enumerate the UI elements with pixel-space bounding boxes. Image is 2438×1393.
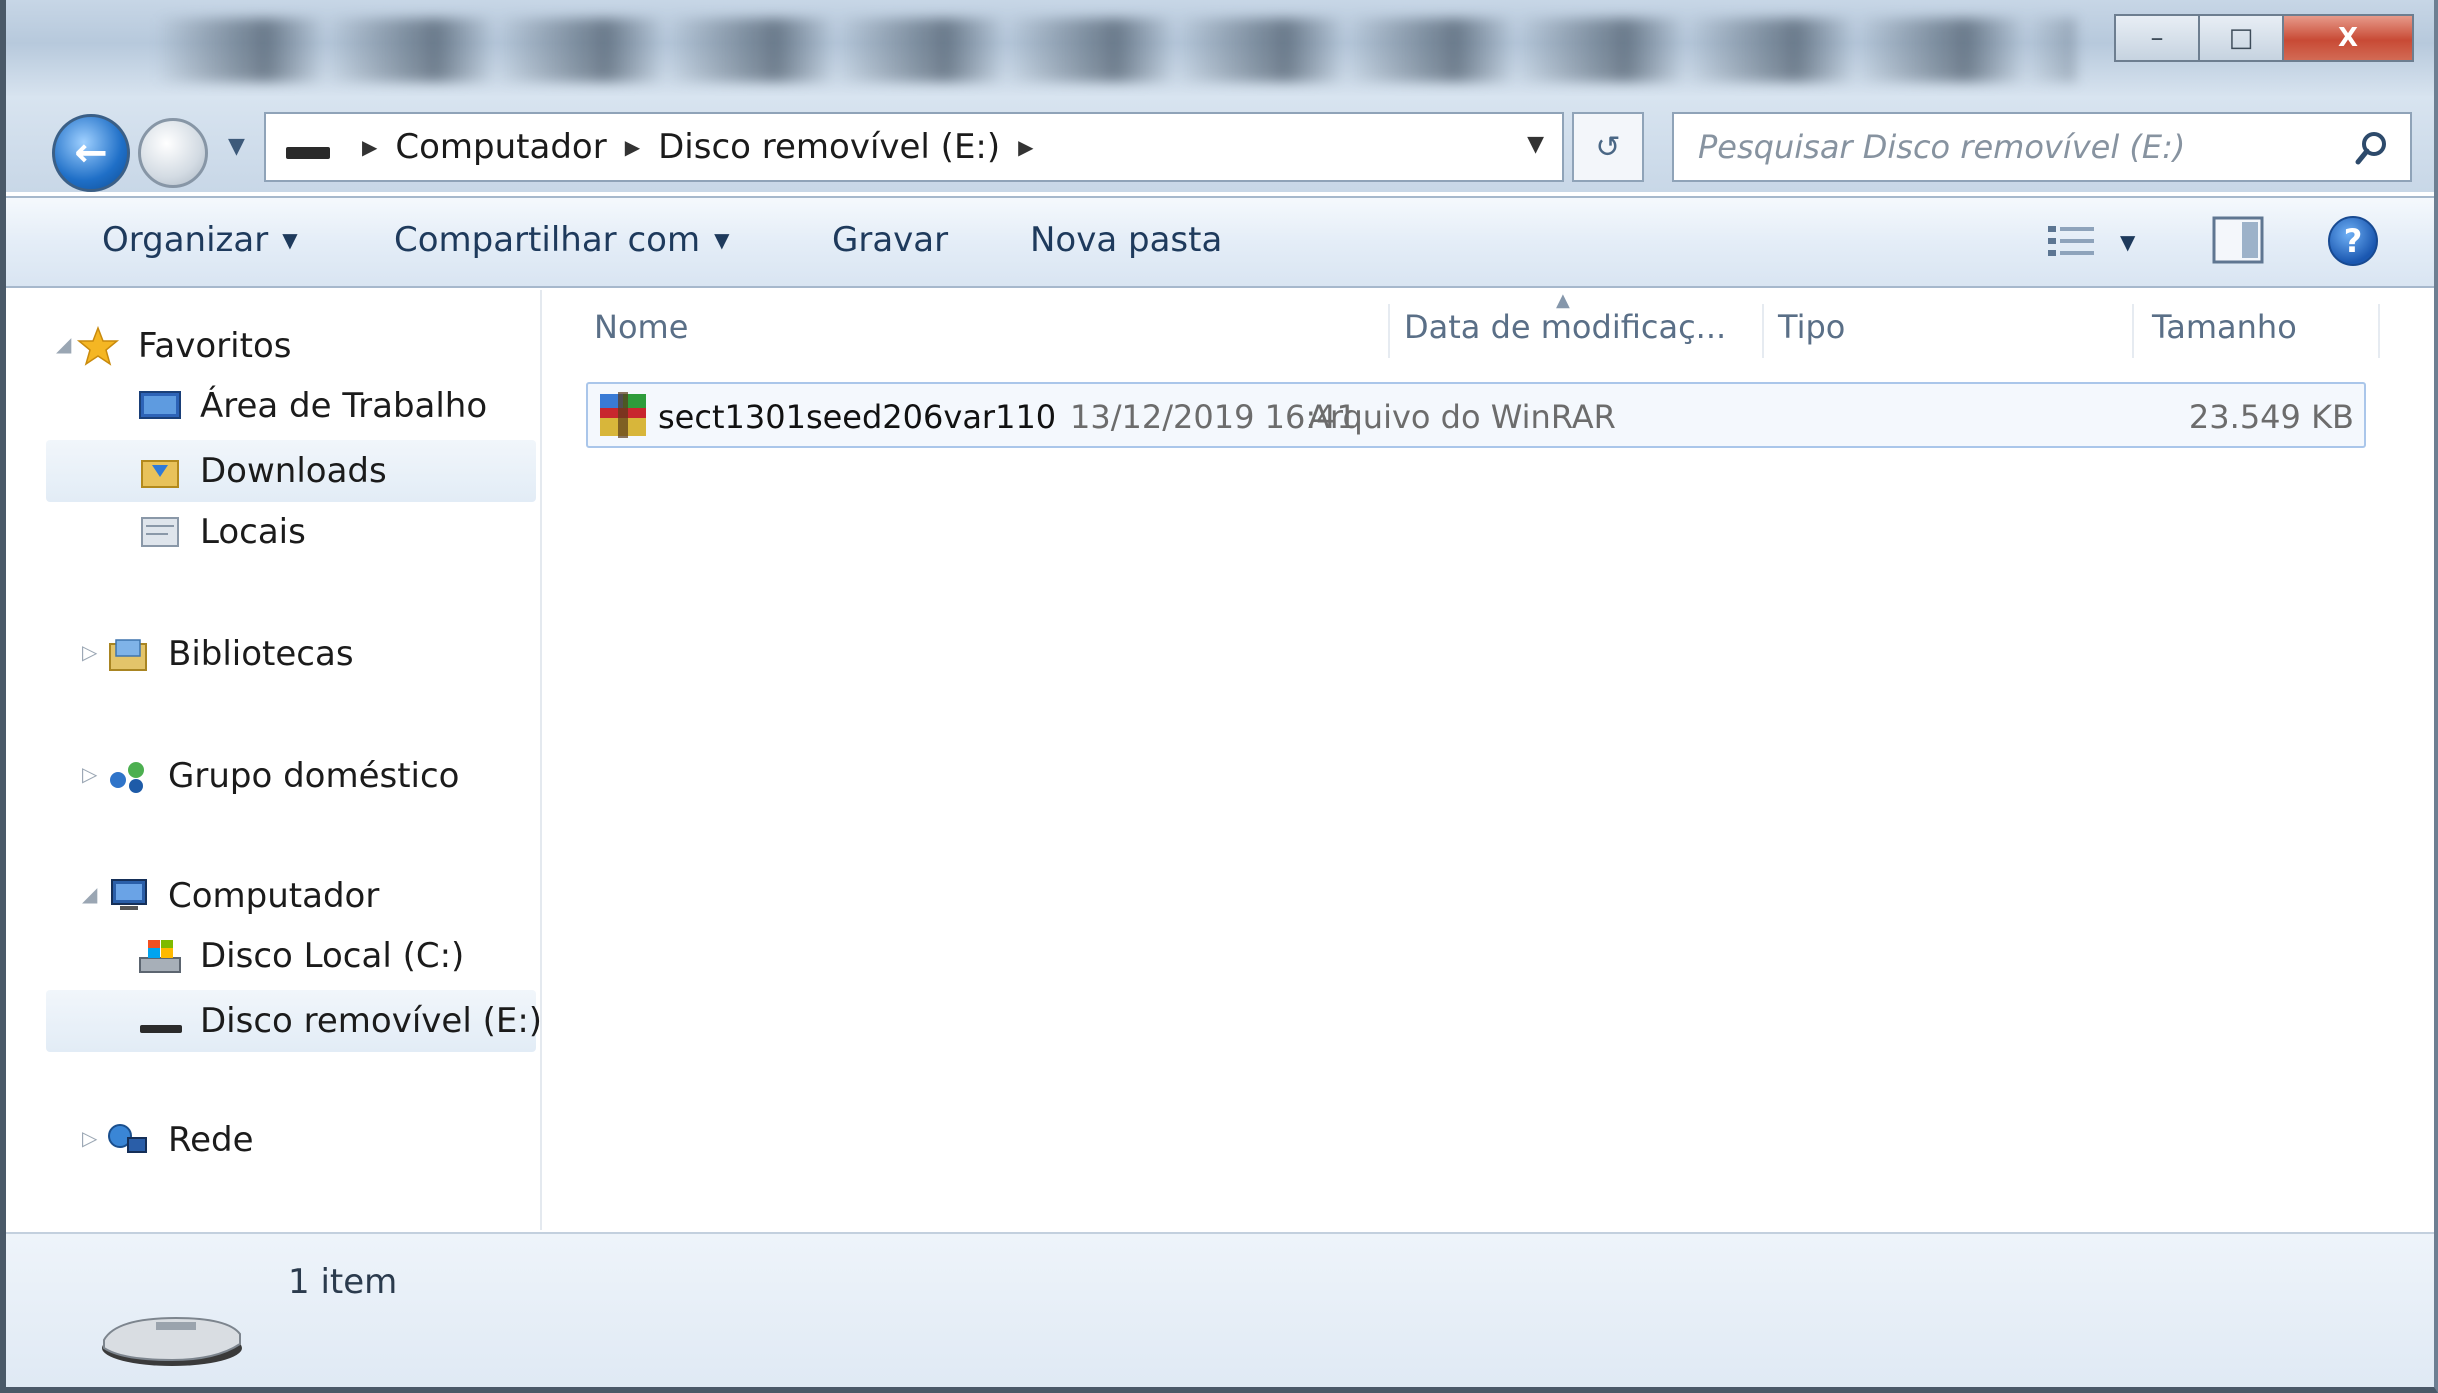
details-pane: 1 item (6, 1232, 2434, 1387)
nav-homegroup[interactable]: ▷ Grupo doméstico (82, 756, 460, 796)
nav-homegroup-label: Grupo doméstico (168, 756, 460, 796)
file-row[interactable]: sect1301seed206var110 13/12/2019 16:41 A… (586, 382, 2366, 448)
breadcrumb-computer[interactable]: Computador (395, 127, 606, 167)
homegroup-icon (110, 762, 144, 793)
refresh-button[interactable]: ↺ (1572, 112, 1644, 182)
close-button[interactable]: X (2282, 14, 2414, 62)
address-bar[interactable]: ▶ Computador ▶ Disco removível (E:) ▶ ▼ (264, 112, 1564, 182)
drive-icon (286, 147, 330, 159)
column-divider[interactable] (1762, 304, 1764, 358)
nav-computer-label: Computador (168, 876, 380, 916)
nav-removable-disk-label: Disco removível (E:) (200, 1001, 543, 1041)
computer-icon (111, 879, 147, 910)
downloads-folder-icon (141, 460, 179, 488)
search-input[interactable] (1698, 122, 2318, 172)
collapse-triangle-icon[interactable]: ◢ (82, 882, 97, 906)
nav-favorites-label: Favoritos (138, 326, 292, 366)
new-folder-label: Nova pasta (1030, 220, 1223, 260)
nav-places[interactable]: Locais (138, 512, 306, 552)
nav-desktop-label: Área de Trabalho (200, 386, 488, 426)
new-folder-button[interactable]: Nova pasta (1030, 220, 1222, 260)
burn-label: Gravar (832, 220, 949, 260)
expand-triangle-icon[interactable]: ▷ (82, 762, 97, 786)
title-bar: – □ X (6, 0, 2434, 96)
file-type: Arquivo do WinRAR (1308, 398, 1616, 436)
column-header-date[interactable]: Data de modificaç... (1404, 308, 1726, 346)
chevron-down-icon: ▼ (714, 228, 730, 252)
item-count: 1 item (288, 1262, 398, 1302)
column-header-type[interactable]: Tipo (1778, 308, 1845, 346)
chevron-down-icon[interactable]: ▼ (1527, 132, 1544, 157)
nav-downloads[interactable]: Downloads (46, 440, 536, 502)
column-divider[interactable] (2132, 304, 2134, 358)
nav-network[interactable]: ▷ Rede (82, 1120, 254, 1160)
file-name: sect1301seed206var110 (658, 398, 1057, 436)
preview-pane-icon[interactable] (2212, 216, 2264, 264)
chevron-right-icon[interactable]: ▶ (625, 135, 640, 159)
nav-computer[interactable]: ◢ Computador (82, 876, 380, 916)
search-icon[interactable] (2352, 128, 2392, 168)
nav-libraries-label: Bibliotecas (168, 634, 354, 674)
chevron-right-icon[interactable]: ▶ (1018, 135, 1033, 159)
burn-button[interactable]: Gravar (832, 220, 948, 260)
nav-places-label: Locais (200, 512, 306, 552)
expand-triangle-icon[interactable]: ◢ (56, 332, 71, 356)
column-divider[interactable] (1388, 304, 1390, 358)
arrow-left-icon: ← (74, 130, 108, 176)
column-header-name[interactable]: Nome (594, 308, 688, 346)
libraries-icon (109, 639, 147, 671)
file-size: 23.549 KB (2188, 398, 2354, 436)
nav-local-disk-label: Disco Local (C:) (200, 936, 465, 976)
share-label: Compartilhar com (394, 220, 701, 260)
nav-downloads-label: Downloads (200, 451, 387, 491)
desktop-icon (139, 391, 181, 419)
removable-drive-large-icon (102, 1316, 242, 1366)
local-disk-icon (139, 940, 181, 973)
search-box (1672, 112, 2412, 182)
nav-network-label: Rede (168, 1120, 254, 1160)
minimize-button[interactable]: – (2114, 14, 2200, 62)
maximize-button[interactable]: □ (2198, 14, 2284, 62)
file-list: Nome ▲ Data de modificaç... Tipo Tamanho… (542, 290, 2434, 1230)
window-controls: – □ X (2114, 14, 2414, 66)
help-icon[interactable]: ? (2328, 216, 2378, 266)
blurred-background (156, 18, 2076, 82)
removable-disk-icon (140, 1025, 182, 1033)
star-icon (76, 326, 120, 366)
navigation-pane: ◢ Favoritos Área de Trabalho Downloads L… (6, 290, 542, 1230)
expand-triangle-icon[interactable]: ▷ (82, 1126, 97, 1150)
forward-button[interactable] (138, 118, 208, 188)
places-icon (141, 517, 179, 547)
network-icon (108, 1124, 147, 1153)
nav-desktop[interactable]: Área de Trabalho (138, 386, 487, 426)
share-button[interactable]: Compartilhar com ▼ (394, 220, 729, 260)
chevron-right-icon[interactable]: ▶ (362, 135, 377, 159)
refresh-icon: ↺ (1595, 129, 1621, 165)
nav-libraries[interactable]: ▷ Bibliotecas (82, 634, 354, 674)
nav-local-disk[interactable]: Disco Local (C:) (138, 936, 464, 976)
winrar-archive-icon (600, 392, 646, 438)
column-header-size[interactable]: Tamanho (2152, 308, 2297, 346)
expand-triangle-icon[interactable]: ▷ (82, 640, 97, 664)
chevron-down-icon: ▼ (282, 228, 298, 252)
organize-label: Organizar (102, 220, 269, 260)
back-button[interactable]: ← (52, 114, 130, 192)
nav-removable-disk[interactable]: Disco removível (E:) (46, 990, 542, 1052)
breadcrumb-removable-disk[interactable]: Disco removível (E:) (658, 127, 1000, 167)
recent-pages-dropdown[interactable]: ▼ (228, 134, 245, 159)
column-divider[interactable] (2378, 304, 2380, 358)
organize-button[interactable]: Organizar ▼ (102, 220, 298, 260)
nav-favorites[interactable]: ◢ Favoritos (56, 326, 292, 366)
chevron-down-icon[interactable]: ▼ (2120, 230, 2135, 254)
view-options-icon[interactable] (2046, 222, 2096, 260)
explorer-window: – □ X ← ▼ ▶ Computador ▶ Disco removível… (0, 0, 2438, 1393)
